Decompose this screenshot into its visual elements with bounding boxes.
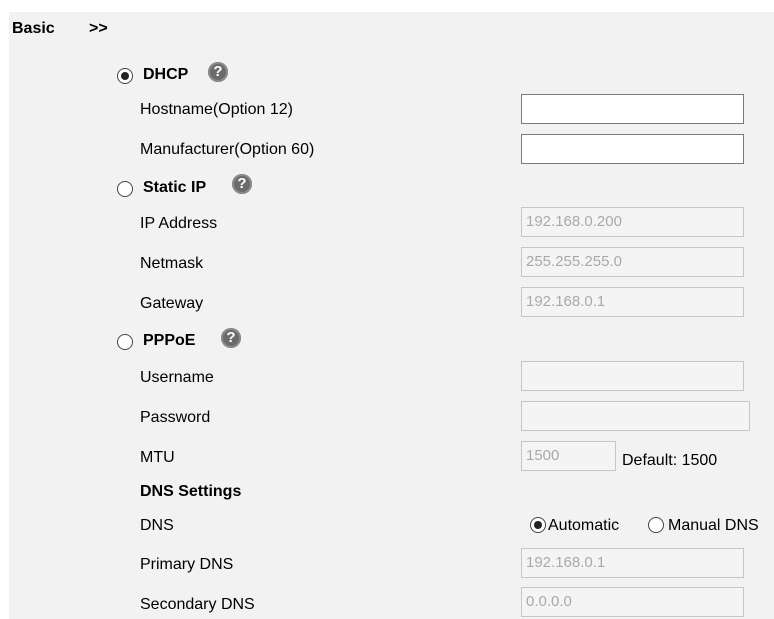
dns-automatic-label: Automatic bbox=[548, 517, 620, 534]
netmask-input[interactable]: 255.255.255.0 bbox=[521, 247, 744, 277]
dhcp-help-icon[interactable]: ? bbox=[208, 62, 228, 82]
static-ip-help-icon[interactable]: ? bbox=[232, 174, 252, 194]
password-label: Password bbox=[140, 409, 211, 426]
hostname-label: Hostname(Option 12) bbox=[140, 101, 293, 118]
mtu-label: MTU bbox=[140, 449, 175, 466]
gateway-input[interactable]: 192.168.0.1 bbox=[521, 287, 744, 317]
secondary-dns-input[interactable]: 0.0.0.0 bbox=[521, 587, 744, 617]
ip-address-label: IP Address bbox=[140, 215, 218, 232]
section-title: Basic bbox=[12, 20, 55, 37]
ip-address-input[interactable]: 192.168.0.200 bbox=[521, 207, 744, 237]
pppoe-radio[interactable] bbox=[117, 334, 133, 350]
username-label: Username bbox=[140, 369, 214, 386]
primary-dns-label: Primary DNS bbox=[140, 556, 234, 573]
hostname-input[interactable] bbox=[521, 94, 744, 124]
username-input[interactable] bbox=[521, 361, 744, 391]
static-ip-radio[interactable] bbox=[117, 181, 133, 197]
manufacturer-label: Manufacturer(Option 60) bbox=[140, 141, 315, 158]
dns-settings-heading: DNS Settings bbox=[140, 483, 242, 500]
secondary-dns-label: Secondary DNS bbox=[140, 596, 255, 613]
dns-automatic-radio[interactable] bbox=[530, 517, 546, 533]
dns-manual-label: Manual DNS bbox=[668, 517, 759, 534]
pppoe-help-icon[interactable]: ? bbox=[221, 328, 241, 348]
dhcp-radio[interactable] bbox=[117, 68, 133, 84]
netmask-label: Netmask bbox=[140, 255, 204, 272]
primary-dns-input[interactable]: 192.168.0.1 bbox=[521, 548, 744, 578]
dns-manual-radio[interactable] bbox=[648, 517, 664, 533]
mtu-default-text: Default: 1500 bbox=[622, 452, 718, 469]
expand-arrow[interactable]: >> bbox=[89, 20, 108, 38]
dhcp-label: DHCP bbox=[143, 66, 189, 83]
dns-label: DNS bbox=[140, 517, 174, 534]
manufacturer-input[interactable] bbox=[521, 134, 744, 164]
mtu-input[interactable]: 1500 bbox=[521, 441, 616, 471]
password-input[interactable] bbox=[521, 401, 750, 431]
static-ip-label: Static IP bbox=[143, 179, 207, 196]
gateway-label: Gateway bbox=[140, 295, 204, 312]
pppoe-label: PPPoE bbox=[143, 332, 196, 349]
